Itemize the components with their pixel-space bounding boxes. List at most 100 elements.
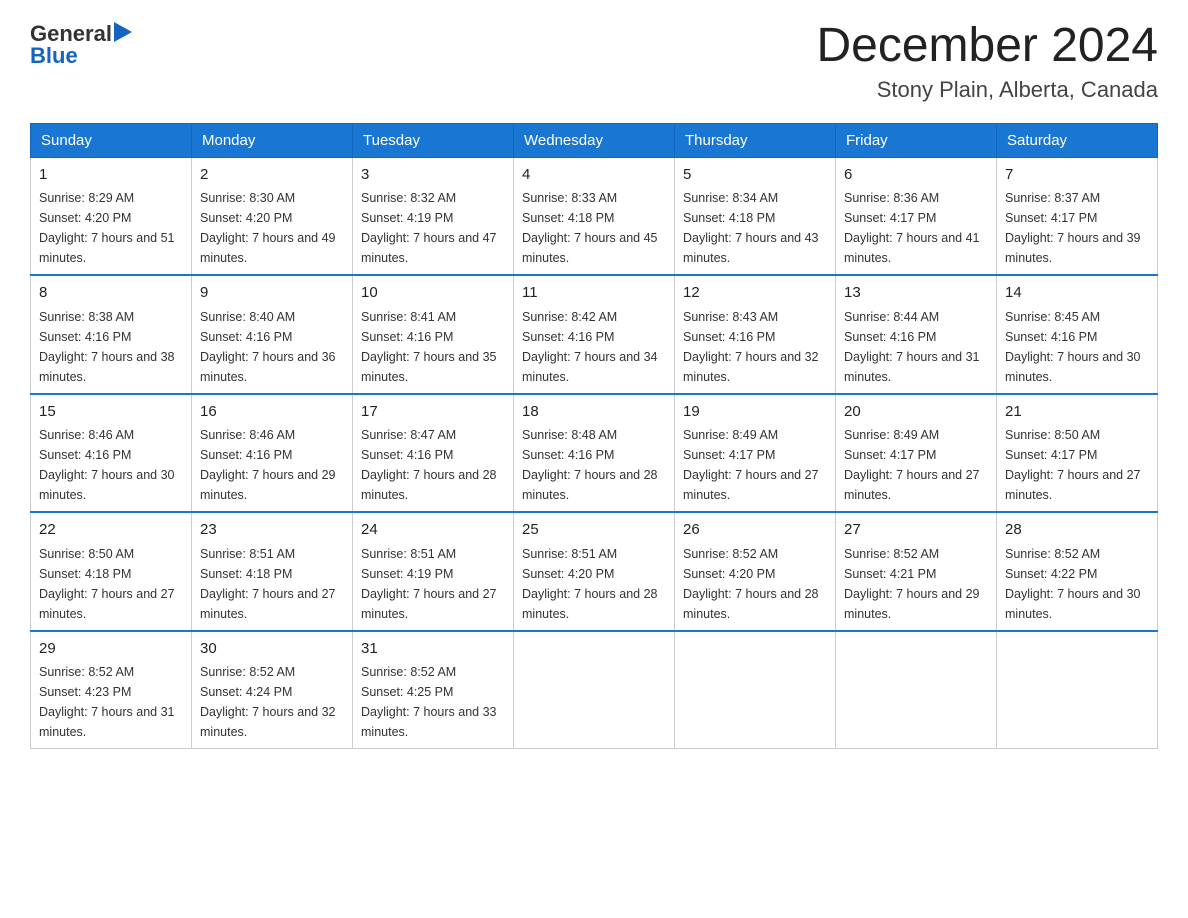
day-info: Sunrise: 8:41 AMSunset: 4:16 PMDaylight:… [361,310,497,384]
day-info: Sunrise: 8:51 AMSunset: 4:20 PMDaylight:… [522,547,658,621]
day-number: 30 [200,638,344,661]
calendar-week-4: 22 Sunrise: 8:50 AMSunset: 4:18 PMDayligh… [31,512,1158,631]
day-info: Sunrise: 8:52 AMSunset: 4:20 PMDaylight:… [683,547,819,621]
day-number: 10 [361,282,505,305]
header-wednesday: Wednesday [514,123,675,157]
table-row: 6 Sunrise: 8:36 AMSunset: 4:17 PMDaylight… [836,157,997,275]
day-info: Sunrise: 8:30 AMSunset: 4:20 PMDaylight:… [200,191,336,265]
table-row: 22 Sunrise: 8:50 AMSunset: 4:18 PMDayligh… [31,512,192,631]
day-number: 25 [522,519,666,542]
calendar-week-1: 1Sunrise: 8:29 AMSunset: 4:20 PMDaylight… [31,157,1158,275]
table-row: 10 Sunrise: 8:41 AMSunset: 4:16 PMDayligh… [353,275,514,394]
day-number: 18 [522,401,666,424]
logo-arrow-icon [114,22,132,42]
table-row: 12 Sunrise: 8:43 AMSunset: 4:16 PMDayligh… [675,275,836,394]
table-row: 8 Sunrise: 8:38 AMSunset: 4:16 PMDaylight… [31,275,192,394]
table-row: 20 Sunrise: 8:49 AMSunset: 4:17 PMDayligh… [836,394,997,513]
table-row [836,631,997,749]
day-number: 29 [39,638,183,661]
day-number: 4 [522,164,666,187]
day-number: 5 [683,164,827,187]
day-number: 28 [1005,519,1149,542]
day-info: Sunrise: 8:44 AMSunset: 4:16 PMDaylight:… [844,310,980,384]
day-number: 27 [844,519,988,542]
header-monday: Monday [192,123,353,157]
header-thursday: Thursday [675,123,836,157]
table-row [997,631,1158,749]
table-row: 11 Sunrise: 8:42 AMSunset: 4:16 PMDayligh… [514,275,675,394]
table-row: 17Sunrise: 8:47 AMSunset: 4:16 PMDayligh… [353,394,514,513]
calendar-week-5: 29 Sunrise: 8:52 AMSunset: 4:23 PMDayligh… [31,631,1158,749]
day-number: 7 [1005,164,1149,187]
day-number: 31 [361,638,505,661]
day-info: Sunrise: 8:48 AMSunset: 4:16 PMDaylight:… [522,428,658,502]
day-info: Sunrise: 8:45 AMSunset: 4:16 PMDaylight:… [1005,310,1141,384]
calendar-week-3: 15Sunrise: 8:46 AMSunset: 4:16 PMDayligh… [31,394,1158,513]
day-number: 9 [200,282,344,305]
table-row: 3 Sunrise: 8:32 AMSunset: 4:19 PMDaylight… [353,157,514,275]
day-info: Sunrise: 8:52 AMSunset: 4:21 PMDaylight:… [844,547,980,621]
table-row: 24Sunrise: 8:51 AMSunset: 4:19 PMDayligh… [353,512,514,631]
day-number: 20 [844,401,988,424]
table-row: 5 Sunrise: 8:34 AMSunset: 4:18 PMDaylight… [675,157,836,275]
location-title: Stony Plain, Alberta, Canada [816,77,1158,103]
table-row: 28 Sunrise: 8:52 AMSunset: 4:22 PMDayligh… [997,512,1158,631]
table-row: 14 Sunrise: 8:45 AMSunset: 4:16 PMDayligh… [997,275,1158,394]
day-info: Sunrise: 8:50 AMSunset: 4:17 PMDaylight:… [1005,428,1141,502]
day-number: 23 [200,519,344,542]
header-tuesday: Tuesday [353,123,514,157]
day-number: 11 [522,282,666,305]
day-number: 13 [844,282,988,305]
header-saturday: Saturday [997,123,1158,157]
day-number: 3 [361,164,505,187]
header-sunday: Sunday [31,123,192,157]
table-row [675,631,836,749]
day-number: 14 [1005,282,1149,305]
day-info: Sunrise: 8:37 AMSunset: 4:17 PMDaylight:… [1005,191,1141,265]
day-info: Sunrise: 8:40 AMSunset: 4:16 PMDaylight:… [200,310,336,384]
day-number: 22 [39,519,183,542]
day-info: Sunrise: 8:51 AMSunset: 4:18 PMDaylight:… [200,547,336,621]
day-info: Sunrise: 8:49 AMSunset: 4:17 PMDaylight:… [844,428,980,502]
table-row: 13 Sunrise: 8:44 AMSunset: 4:16 PMDayligh… [836,275,997,394]
day-info: Sunrise: 8:50 AMSunset: 4:18 PMDaylight:… [39,547,175,621]
day-info: Sunrise: 8:52 AMSunset: 4:23 PMDaylight:… [39,665,175,739]
logo-blue-text: Blue [30,43,78,68]
day-number: 1 [39,164,183,187]
calendar-week-2: 8 Sunrise: 8:38 AMSunset: 4:16 PMDaylight… [31,275,1158,394]
day-number: 21 [1005,401,1149,424]
title-section: December 2024 Stony Plain, Alberta, Cana… [816,20,1158,103]
day-info: Sunrise: 8:33 AMSunset: 4:18 PMDaylight:… [522,191,658,265]
day-info: Sunrise: 8:42 AMSunset: 4:16 PMDaylight:… [522,310,658,384]
table-row: 21 Sunrise: 8:50 AMSunset: 4:17 PMDayligh… [997,394,1158,513]
day-number: 24 [361,519,505,542]
logo: General Blue [30,20,132,69]
table-row: 23 Sunrise: 8:51 AMSunset: 4:18 PMDayligh… [192,512,353,631]
day-info: Sunrise: 8:36 AMSunset: 4:17 PMDaylight:… [844,191,980,265]
month-title: December 2024 [816,20,1158,73]
day-info: Sunrise: 8:52 AMSunset: 4:22 PMDaylight:… [1005,547,1141,621]
table-row: 30Sunrise: 8:52 AMSunset: 4:24 PMDayligh… [192,631,353,749]
day-info: Sunrise: 8:34 AMSunset: 4:18 PMDaylight:… [683,191,819,265]
table-row [514,631,675,749]
table-row: 25 Sunrise: 8:51 AMSunset: 4:20 PMDayligh… [514,512,675,631]
table-row: 18 Sunrise: 8:48 AMSunset: 4:16 PMDayligh… [514,394,675,513]
day-number: 17 [361,401,505,424]
day-number: 15 [39,401,183,424]
day-number: 12 [683,282,827,305]
table-row: 31 Sunrise: 8:52 AMSunset: 4:25 PMDayligh… [353,631,514,749]
day-number: 6 [844,164,988,187]
day-info: Sunrise: 8:52 AMSunset: 4:25 PMDaylight:… [361,665,497,739]
table-row: 1Sunrise: 8:29 AMSunset: 4:20 PMDaylight… [31,157,192,275]
day-info: Sunrise: 8:32 AMSunset: 4:19 PMDaylight:… [361,191,497,265]
table-row: 9 Sunrise: 8:40 AMSunset: 4:16 PMDaylight… [192,275,353,394]
day-info: Sunrise: 8:38 AMSunset: 4:16 PMDaylight:… [39,310,175,384]
day-number: 8 [39,282,183,305]
table-row: 15Sunrise: 8:46 AMSunset: 4:16 PMDayligh… [31,394,192,513]
table-row: 16Sunrise: 8:46 AMSunset: 4:16 PMDayligh… [192,394,353,513]
day-info: Sunrise: 8:43 AMSunset: 4:16 PMDaylight:… [683,310,819,384]
page-header: General Blue December 2024 Stony Plain, … [30,20,1158,103]
table-row: 4 Sunrise: 8:33 AMSunset: 4:18 PMDaylight… [514,157,675,275]
day-number: 26 [683,519,827,542]
table-row: 26 Sunrise: 8:52 AMSunset: 4:20 PMDayligh… [675,512,836,631]
